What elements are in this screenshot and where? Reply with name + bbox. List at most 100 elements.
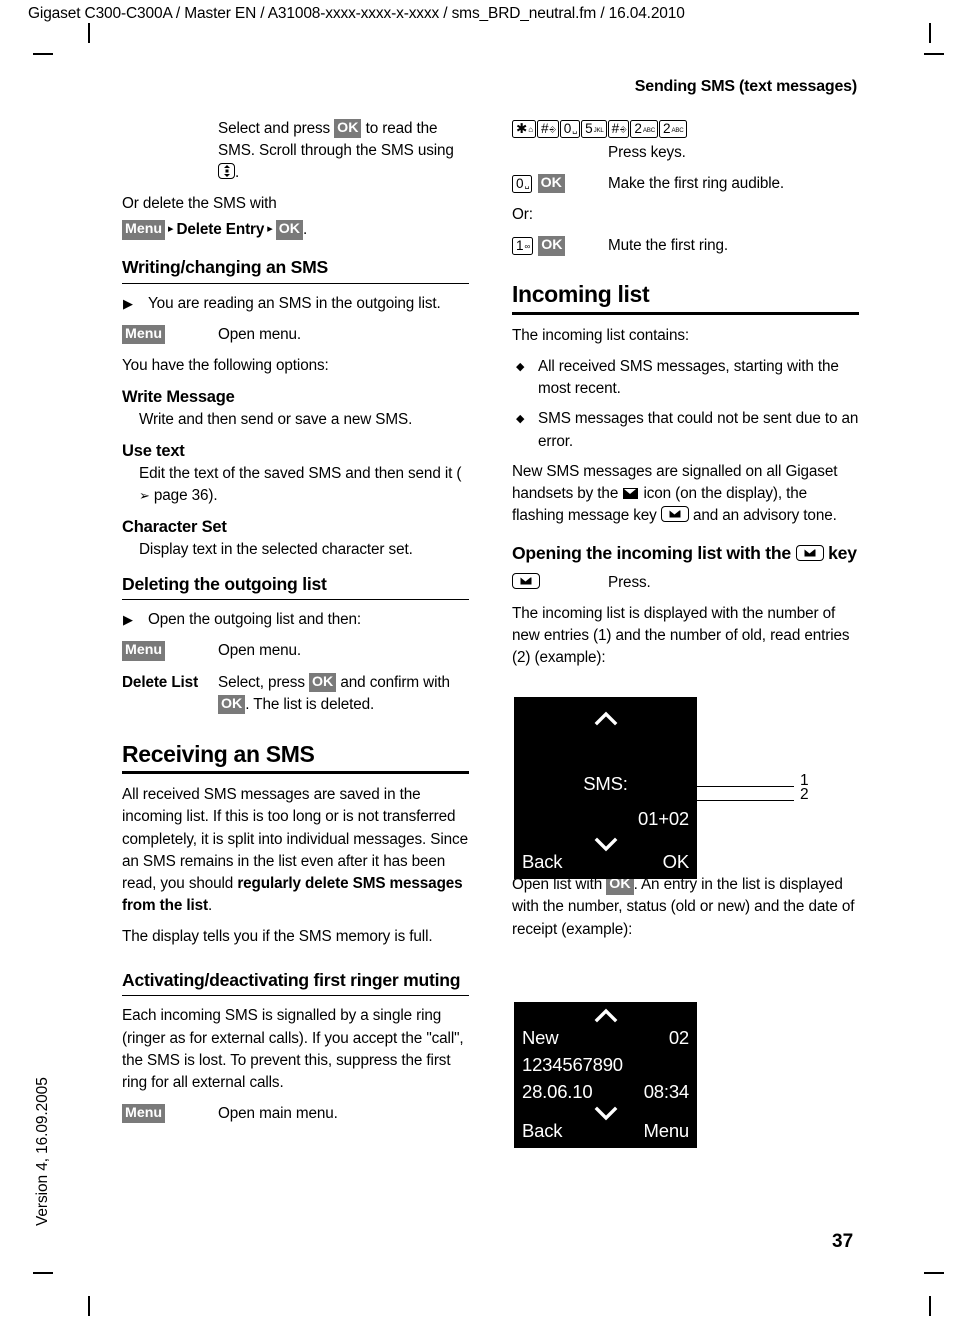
writing-sms-heading: Writing/changing an SMS — [122, 257, 329, 278]
crop-mark-bottom-left-horizontal — [33, 1272, 53, 1274]
menu-softkey-badge-5[interactable]: Menu — [122, 1103, 166, 1124]
entry-status-row: New 02 — [522, 1027, 689, 1049]
delete-list-val-c: . The list is deleted. — [245, 695, 375, 713]
ok-softkey-badge[interactable]: OK — [334, 119, 362, 139]
writing-sms-step-text: You are reading an SMS in the outgoing l… — [148, 294, 441, 312]
entry-status: New — [522, 1027, 559, 1048]
entry-number: 1234567890 — [522, 1054, 623, 1075]
delete-list-key: Delete List — [122, 672, 218, 694]
callout-1-tick — [644, 786, 646, 811]
digit-key-0[interactable]: 0␣ — [512, 175, 533, 194]
crop-mark-top-left-horizontal — [33, 53, 53, 55]
ringer-muting-body: Each incoming SMS is signalled by a sing… — [122, 1007, 464, 1091]
deleting-outgoing-step: ▶ Open the outgoing list and then: — [122, 609, 469, 631]
display-2-softkey-back[interactable]: Back — [522, 1120, 563, 1142]
phone-key-6[interactable]: 2ABC — [658, 120, 687, 139]
crop-mark-top-right-vertical — [929, 23, 931, 43]
audible-label: Make the first ring audible. — [608, 175, 785, 193]
audible-keys: 0␣ OK — [512, 173, 608, 195]
delete-sms-path: Menu ▸ Delete Entry ▸ OK. — [122, 219, 469, 241]
delete-list-val-a: Select, press — [218, 673, 309, 691]
receiving-sms-body: All received SMS messages are saved in t… — [122, 784, 469, 917]
read-sms-instruction: Select and press OK to read the SMS. Scr… — [218, 118, 469, 184]
step-arrow-icon: ▶ — [123, 295, 133, 311]
option-write-message-title: Write Message — [122, 388, 235, 407]
display-1-softkey-ok[interactable]: OK — [663, 851, 690, 873]
writing-sms-step: ▶ You are reading an SMS in the outgoing… — [122, 293, 469, 315]
option-use-text-title: Use text — [122, 442, 185, 461]
phone-key-4[interactable]: #⎆ — [607, 120, 630, 139]
document-header-path: Gigaset C300-C300A / Master EN / A31008-… — [28, 5, 685, 22]
section-title: Sending SMS (text messages) — [634, 78, 857, 95]
read-sms-text-c: . — [235, 164, 240, 182]
entry-time: 08:34 — [643, 1081, 689, 1102]
audible-row: 0␣ OK Make the first ring audible. — [512, 173, 859, 195]
option-use-text-body-ref: page 36). — [149, 486, 218, 504]
phone-key-2[interactable]: 0␣ — [559, 120, 581, 139]
deleting-open-menu-label: Open menu. — [218, 642, 301, 660]
message-key-icon-3[interactable] — [512, 573, 540, 589]
read-sms-text-a: Select and press — [218, 120, 335, 137]
receiving-sms-rule — [122, 771, 469, 775]
ok-softkey-badge-3[interactable]: OK — [309, 672, 337, 692]
scroll-up-chevron-icon — [514, 711, 697, 729]
ok-softkey-badge-4[interactable]: OK — [218, 694, 246, 714]
menu-softkey-badge[interactable]: Menu — [122, 220, 166, 240]
page-number: 37 — [832, 1231, 854, 1252]
sms-counts: 01+02 — [638, 808, 689, 829]
delete-list-value: Select, press OK and confirm with OK. Th… — [218, 672, 469, 716]
opening-incoming-heading: Opening the incoming list with the key — [512, 543, 859, 564]
deleting-outgoing-heading: Deleting the outgoing list — [122, 573, 327, 594]
signalled-c: and an advisory tone. — [688, 506, 837, 524]
navigation-key-icon — [218, 163, 235, 180]
menu-softkey-badge-3[interactable]: Menu — [122, 324, 166, 345]
callout-2-line — [688, 800, 794, 802]
phone-display-incoming-count: SMS: 01+02 Back OK — [514, 697, 697, 879]
mute-row: 1∞ OK Mute the first ring. — [512, 235, 859, 257]
incoming-bullet-1-text: All received SMS messages, starting with… — [538, 358, 839, 398]
page-reference-arrow-icon: ➢ — [139, 487, 150, 503]
ok-softkey-badge-5[interactable]: OK — [537, 174, 565, 194]
phone-key-3[interactable]: 5JKL — [581, 120, 607, 139]
receiving-sms-body-2: The display tells you if the SMS memory … — [122, 927, 433, 945]
open-menu-label: Open menu. — [218, 325, 301, 343]
sms-label: SMS: — [583, 773, 628, 794]
signalled-paragraph: New SMS messages are signalled on all Gi… — [512, 461, 859, 527]
digit-key-1[interactable]: 1∞ — [512, 237, 534, 256]
delete-list-row: Delete List Select, press OK and confirm… — [122, 672, 469, 716]
ringer-muting-heading: Activating/deactivating first ringer mut… — [122, 970, 461, 991]
open-menu-row: Menu Open menu. — [122, 324, 469, 346]
diamond-bullet-icon-2: ◆ — [516, 413, 525, 426]
ok-softkey-badge-2[interactable]: OK — [275, 220, 303, 240]
display-2-softkey-menu[interactable]: Menu — [644, 1120, 690, 1142]
phone-key-5[interactable]: 2ABC — [630, 120, 658, 139]
phone-key-0[interactable]: ✱⌂ — [512, 120, 536, 139]
display-1-softkey-back[interactable]: Back — [522, 851, 563, 873]
message-key-icon — [660, 505, 689, 522]
callout-2-tick — [688, 800, 690, 824]
option-write-message-body: Write and then send or save a new SMS. — [139, 410, 413, 428]
path-separator-arrow-icon-2: ▸ — [267, 223, 273, 236]
deleting-outgoing-rule — [122, 599, 469, 601]
receiving-sms-heading: Receiving an SMS — [122, 740, 315, 767]
options-lead: You have the following options: — [122, 357, 329, 375]
menu-softkey-badge-4[interactable]: Menu — [122, 641, 166, 661]
crop-mark-bottom-right-horizontal — [924, 1272, 944, 1274]
opening-heading-a: Opening the incoming list with the — [512, 542, 796, 563]
ok-softkey-badge-6[interactable]: OK — [538, 236, 566, 256]
mute-label: Mute the first ring. — [608, 237, 729, 255]
open-menu-key: Menu — [122, 324, 218, 346]
incoming-list-rule — [512, 312, 859, 316]
option-use-text-body-a: Edit the text of the saved SMS and then … — [139, 464, 462, 482]
path-separator-arrow-icon: ▸ — [168, 223, 174, 236]
deleting-open-menu-key: Menu — [122, 640, 218, 662]
crop-mark-bottom-right-vertical — [929, 1296, 931, 1316]
delete-list-menu-item[interactable]: Delete List — [122, 674, 198, 691]
entry-date: 28.06.10 — [522, 1081, 593, 1102]
entry-datetime-row: 28.06.10 08:34 — [522, 1081, 689, 1103]
display-2-softkey-row: Back Menu — [522, 1120, 689, 1142]
phone-key-1[interactable]: #⎆ — [537, 120, 559, 139]
phone-display-list-entry: New 02 1234567890 28.06.10 08:34 Back Me… — [514, 1002, 697, 1148]
delete-entry-menu-item[interactable]: Delete Entry — [176, 221, 264, 238]
callout-2-number: 2 — [800, 786, 809, 803]
